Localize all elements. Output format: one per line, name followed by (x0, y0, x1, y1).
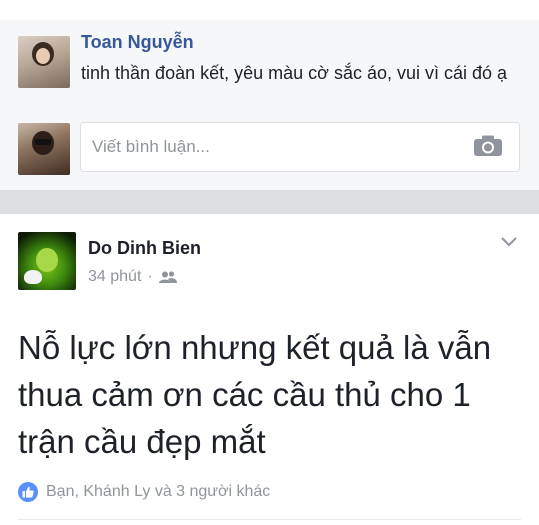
post-card: Do Dinh Bien 34 phút · Nỗ lực lớn nhưng … (0, 214, 539, 525)
reactions-text: Bạn, Khánh Ly và 3 người khác (46, 483, 271, 500)
post-text: Nỗ lực lớn nhưng kết quả là vẫn thua cảm… (18, 329, 492, 460)
post-footer-divider (18, 519, 521, 520)
comment-input-placeholder: Viết bình luận... (92, 137, 210, 156)
post-meta: 34 phút · (88, 268, 177, 286)
comment-section: Toan Nguyễn tinh thần đoàn kết, yêu màu … (0, 20, 539, 190)
post-timestamp[interactable]: 34 phút (88, 268, 141, 286)
top-strip (0, 0, 539, 20)
chevron-down-icon[interactable] (500, 236, 518, 248)
commenter-name[interactable]: Toan Nguyễn (81, 32, 194, 53)
camera-icon[interactable] (473, 135, 503, 157)
comment-input[interactable]: Viết bình luận... (80, 122, 520, 172)
section-divider (0, 190, 539, 214)
comment-text: tinh thần đoàn kết, yêu màu cờ sắc áo, v… (81, 63, 508, 83)
current-user-avatar (18, 123, 70, 175)
meta-separator: · (147, 268, 153, 285)
post-author-name[interactable]: Do Dinh Bien (88, 238, 201, 259)
commenter-avatar[interactable] (18, 36, 70, 88)
like-icon (18, 482, 38, 502)
post-author-avatar[interactable] (18, 232, 76, 290)
friends-icon (158, 271, 177, 283)
reactions-summary[interactable]: Bạn, Khánh Ly và 3 người khác (18, 482, 270, 502)
